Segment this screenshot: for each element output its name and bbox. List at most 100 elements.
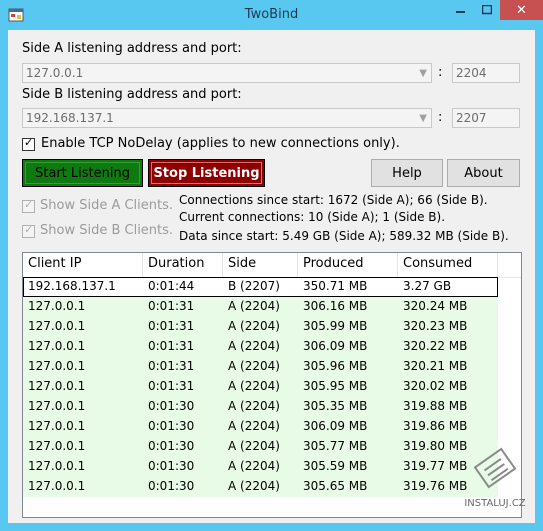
show-side-a-label: Show Side A Clients. [40, 198, 174, 213]
table-row[interactable]: 127.0.0.1 0:01:30 A (2204) 305.65 MB 319.76 … [23, 477, 498, 497]
produced-cell: 350.71 MB [303, 279, 368, 293]
show-side-a-checkbox[interactable]: ✓ [22, 198, 35, 213]
client-ip-cell: 127.0.0.1 [28, 399, 86, 413]
help-button[interactable]: Help [371, 159, 443, 187]
produced-cell: 306.09 MB [303, 339, 368, 353]
table-row[interactable]: 127.0.0.1 0:01:31 A (2204) 305.95 MB 320.02 … [23, 377, 498, 397]
duration-cell: 0:01:30 [148, 479, 195, 493]
side-cell: B (2207) [228, 279, 280, 293]
checkmark-icon: ✓ [24, 198, 34, 211]
current-connections-stat: Current connections: 10 (Side A); 1 (Sid… [179, 210, 446, 224]
consumed-cell: 320.02 MB [403, 379, 468, 393]
column-header-produced[interactable]: Produced [298, 253, 398, 277]
data-stat: Data since start: 5.49 GB (Side A); 589.… [179, 229, 509, 243]
start-listening-label: Start Listening [25, 162, 140, 184]
side-cell: A (2204) [228, 479, 280, 493]
consumed-cell: 319.88 MB [403, 399, 468, 413]
side-cell: A (2204) [228, 419, 280, 433]
close-icon: ✕ [516, 2, 527, 18]
title-bar[interactable]: TwoBind ✕ [0, 0, 543, 30]
side-cell: A (2204) [228, 319, 280, 333]
table-row[interactable]: 127.0.0.1 0:01:30 A (2204) 305.77 MB 319.80 … [23, 437, 498, 457]
table-row[interactable]: 127.0.0.1 0:01:31 A (2204) 306.16 MB 320.24 … [23, 297, 498, 317]
client-ip-cell: 127.0.0.1 [28, 439, 86, 453]
table-row[interactable]: 127.0.0.1 0:01:31 A (2204) 305.99 MB 320.23 … [23, 317, 498, 337]
client-ip-cell: 127.0.0.1 [28, 479, 86, 493]
side-cell: A (2204) [228, 459, 280, 473]
side-cell: A (2204) [228, 339, 280, 353]
side-a-port-field[interactable]: 2204 [452, 63, 520, 83]
duration-cell: 0:01:30 [148, 399, 195, 413]
client-ip-cell: 127.0.0.1 [28, 319, 86, 333]
minimize-icon [455, 11, 465, 13]
close-button[interactable]: ✕ [500, 0, 543, 20]
chevron-down-icon: ▼ [419, 68, 427, 79]
side-b-address-value: 192.168.137.1 [26, 111, 114, 125]
client-ip-cell: 127.0.0.1 [28, 359, 86, 373]
produced-cell: 306.16 MB [303, 299, 368, 313]
table-row[interactable]: 127.0.0.1 0:01:31 A (2204) 305.96 MB 320.21 … [23, 357, 498, 377]
side-b-label: Side B listening address and port: [22, 87, 242, 102]
produced-cell: 305.95 MB [303, 379, 368, 393]
produced-cell: 306.09 MB [303, 419, 368, 433]
start-listening-button[interactable]: Start Listening [22, 159, 143, 187]
client-ip-cell: 127.0.0.1 [28, 379, 86, 393]
maximize-icon [482, 5, 492, 15]
client-ip-cell: 127.0.0.1 [28, 459, 86, 473]
stop-listening-button[interactable]: Stop Listening [148, 159, 265, 187]
side-a-port-value: 2204 [456, 66, 487, 80]
consumed-cell: 320.24 MB [403, 299, 468, 313]
watermark-text: INSTALUJ.CZ [464, 498, 526, 509]
clients-list[interactable]: Client IP Duration Side Produced Consume… [22, 252, 522, 518]
table-row[interactable]: 192.168.137.1 0:01:44 B (2207) 350.71 MB 3.2… [23, 277, 498, 297]
side-b-address-combo[interactable]: 192.168.137.1 ▼ [22, 108, 432, 128]
maximize-button[interactable] [474, 0, 500, 20]
table-row[interactable]: 127.0.0.1 0:01:31 A (2204) 306.09 MB 320.22 … [23, 337, 498, 357]
duration-cell: 0:01:31 [148, 319, 195, 333]
side-b-colon: : [438, 110, 443, 125]
column-header-side[interactable]: Side [223, 253, 298, 277]
table-row[interactable]: 127.0.0.1 0:01:30 A (2204) 306.09 MB 319.86 … [23, 417, 498, 437]
side-cell: A (2204) [228, 439, 280, 453]
consumed-cell: 320.22 MB [403, 339, 468, 353]
side-cell: A (2204) [228, 359, 280, 373]
side-a-colon: : [438, 65, 443, 80]
side-a-address-combo[interactable]: 127.0.0.1 ▼ [22, 63, 432, 83]
duration-cell: 0:01:31 [148, 299, 195, 313]
duration-cell: 0:01:44 [148, 279, 195, 293]
consumed-cell: 320.21 MB [403, 359, 468, 373]
consumed-cell: 3.27 GB [403, 279, 452, 293]
side-b-port-field[interactable]: 2207 [452, 108, 520, 128]
stop-listening-label: Stop Listening [151, 162, 262, 184]
produced-cell: 305.96 MB [303, 359, 368, 373]
produced-cell: 305.77 MB [303, 439, 368, 453]
nodelay-label: Enable TCP NoDelay (applies to new conne… [41, 136, 400, 151]
client-ip-cell: 127.0.0.1 [28, 419, 86, 433]
chevron-down-icon: ▼ [419, 113, 427, 124]
produced-cell: 305.35 MB [303, 399, 368, 413]
checkmark-icon: ✓ [24, 223, 34, 236]
client-ip-cell: 127.0.0.1 [28, 299, 86, 313]
table-row[interactable]: 127.0.0.1 0:01:30 A (2204) 305.59 MB 319.77 … [23, 457, 498, 477]
side-a-label: Side A listening address and port: [22, 41, 242, 56]
show-side-b-label: Show Side B Clients. [40, 223, 174, 238]
table-row[interactable]: 127.0.0.1 0:01:30 A (2204) 305.35 MB 319.88 … [23, 397, 498, 417]
show-side-b-checkbox[interactable]: ✓ [22, 223, 35, 238]
side-a-address-value: 127.0.0.1 [26, 66, 84, 80]
duration-cell: 0:01:31 [148, 359, 195, 373]
consumed-cell: 319.86 MB [403, 419, 468, 433]
consumed-cell: 320.23 MB [403, 319, 468, 333]
produced-cell: 305.65 MB [303, 479, 368, 493]
minimize-button[interactable] [447, 0, 474, 20]
list-header: Client IP Duration Side Produced Consume… [23, 253, 521, 278]
connections-stat: Connections since start: 1672 (Side A); … [179, 193, 488, 207]
produced-cell: 305.59 MB [303, 459, 368, 473]
nodelay-checkbox[interactable]: ✓ [22, 136, 35, 151]
client-ip-cell: 127.0.0.1 [28, 339, 86, 353]
column-header-client-ip[interactable]: Client IP [23, 253, 143, 277]
column-header-consumed[interactable]: Consumed [398, 253, 498, 277]
client-ip-cell: 192.168.137.1 [28, 279, 116, 293]
about-button[interactable]: About [447, 159, 520, 187]
duration-cell: 0:01:30 [148, 439, 195, 453]
column-header-duration[interactable]: Duration [143, 253, 223, 277]
